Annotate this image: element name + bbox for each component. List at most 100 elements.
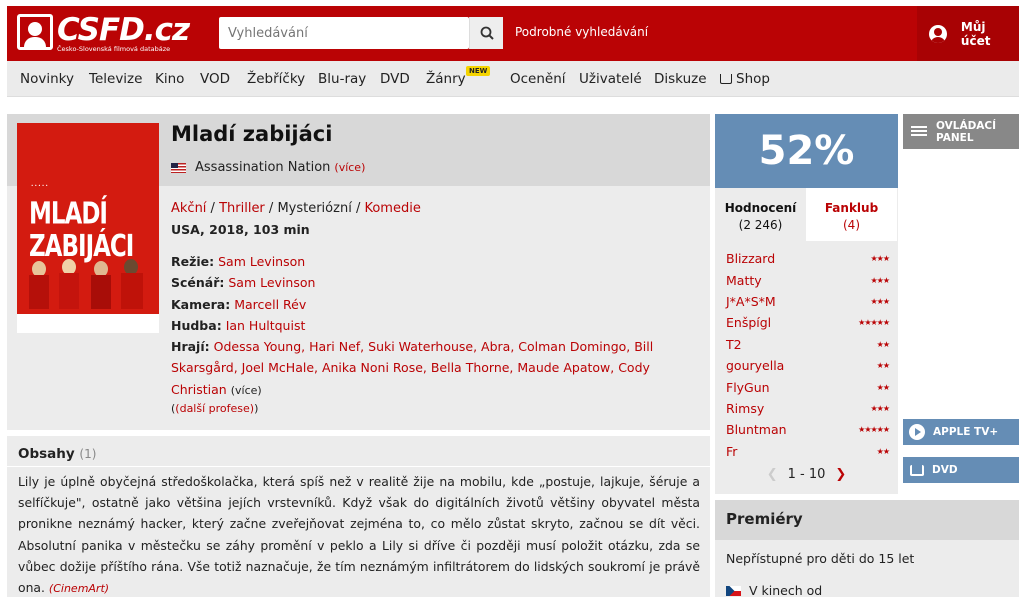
tab-fanclub-label: Fanklub <box>824 201 879 215</box>
account-button[interactable]: Můj účet <box>917 6 1019 61</box>
nav-item-novinky[interactable]: Novinky <box>20 71 74 87</box>
page-edge <box>1019 0 1024 597</box>
nav-item-uzivatele[interactable]: Uživatelé <box>579 71 642 87</box>
credit-label: Režie: <box>171 254 215 269</box>
genre-link[interactable]: Komedie <box>364 201 420 216</box>
plot-text: Lily je úplně obyčejná středoškolačka, k… <box>18 471 700 597</box>
age-rating: Nepřístupné pro děti do 15 let <box>726 551 915 566</box>
film-poster[interactable]: • • • • • MLADÍ ZABIJÁCI <box>17 123 159 333</box>
search-button[interactable] <box>469 17 503 49</box>
user-rating-row: Fr ★★ <box>726 441 890 462</box>
user-rating-row: FlyGun ★★ <box>726 376 890 397</box>
user-icon <box>929 24 947 43</box>
rating-stars-icon: ★★★ <box>870 275 889 285</box>
film-box: • • • • • MLADÍ ZABIJÁCI Mladí zabijáci … <box>7 114 710 430</box>
divider <box>7 466 710 467</box>
nav-item-televize[interactable]: Televize <box>89 71 142 87</box>
user-link[interactable]: Fr <box>726 444 737 459</box>
tab-ratings-count: (2 246) <box>738 218 783 232</box>
rating-stars-icon: ★★★ <box>870 296 889 306</box>
csfd-logo[interactable]: CSFD.cz Česko-Slovenská filmová databáze <box>17 12 190 56</box>
film-title: Mladí zabijáci <box>171 122 333 146</box>
user-link[interactable]: J*A*S*M <box>726 294 776 309</box>
rating-stars-icon: ★★ <box>876 339 890 349</box>
person-link[interactable]: Marcell Rév <box>234 297 306 312</box>
premieres-heading: Premiéry <box>715 500 1019 540</box>
control-panel-label: OVLÁDACÍ PANEL <box>936 119 997 144</box>
rating-percent: 52% <box>715 114 898 188</box>
cart-icon <box>720 74 732 84</box>
person-link[interactable]: Sam Levinson <box>228 275 315 290</box>
rating-box: 52% Hodnocení (2 246) Fanklub (4) Blizzard… <box>715 114 898 494</box>
credit-label: Kamera: <box>171 296 231 312</box>
rating-tabs: Hodnocení (2 246) Fanklub (4) <box>715 188 898 241</box>
search-box <box>219 17 503 49</box>
prev-page-icon[interactable]: ❮ <box>767 467 778 482</box>
account-label: Můj účet <box>960 19 991 48</box>
apple-tv-label: APPLE TV+ <box>933 426 999 438</box>
more-professions-label: (další profese) <box>175 402 255 415</box>
nav-item-shop-label: Shop <box>736 71 770 87</box>
nav-item-kino[interactable]: Kino <box>155 71 184 87</box>
film-origin: USA, 2018, 103 min <box>171 222 310 237</box>
credit-camera: Kamera: Marcell Rév <box>171 294 671 315</box>
nav-item-oceneni[interactable]: Ocenění <box>510 71 566 87</box>
user-link[interactable]: Bluntman <box>726 422 787 437</box>
nav-item-dvd[interactable]: DVD <box>380 71 410 87</box>
search-input[interactable] <box>219 17 467 49</box>
control-panel-button[interactable]: OVLÁDACÍ PANEL <box>903 114 1019 149</box>
plot-heading-text: Obsahy <box>18 446 75 462</box>
tab-ratings[interactable]: Hodnocení (2 246) <box>715 188 806 241</box>
nav-item-shop[interactable]: Shop <box>720 71 770 87</box>
user-link[interactable]: Enšpígl <box>726 315 771 330</box>
menu-lines-icon <box>911 125 927 138</box>
rating-stars-icon: ★★ <box>876 446 890 456</box>
tab-fanclub[interactable]: Fanklub (4) <box>806 188 897 241</box>
logo-text: CSFD.cz <box>57 12 190 48</box>
nav-item-bluray[interactable]: Blu-ray <box>318 71 366 87</box>
plot-body: Lily je úplně obyčejná středoškolačka, k… <box>18 474 700 596</box>
rating-stars-icon: ★★★ <box>870 254 889 264</box>
original-title-more-link[interactable]: (více) <box>334 161 365 174</box>
credit-writing: Scénář: Sam Levinson <box>171 272 671 293</box>
poster-title: MLADÍ ZABIJÁCI <box>29 197 134 264</box>
pager-range: 1 - 10 <box>787 467 826 482</box>
usa-flag-icon <box>171 162 186 173</box>
more-professions-link[interactable]: ((další profese)) <box>171 402 258 415</box>
genres: Akční / Thriller / Mysteriózní / Komedie <box>171 201 421 216</box>
plot-box: Obsahy (1) Lily je úplně obyčejná středo… <box>7 436 710 597</box>
nav-item-vod[interactable]: VOD <box>200 71 230 87</box>
user-ratings-list: Blizzard ★★★ Matty ★★★ J*A*S*M ★★★ Enšpígl ★★★★… <box>726 248 890 462</box>
user-link[interactable]: Blizzard <box>726 251 775 266</box>
ratings-pager: ❮ 1 - 10 ❯ <box>715 467 898 482</box>
main-nav: Novinky Televize Kino VOD Žebříčky Blu-r… <box>7 61 1019 97</box>
nav-item-zanry-wrap: Žánry NEW <box>426 66 491 87</box>
nav-item-zebricky[interactable]: Žebříčky <box>247 71 305 87</box>
advanced-search-link[interactable]: Podrobné vyhledávání <box>515 25 648 39</box>
plot-source-link[interactable]: (CinemArt) <box>49 582 109 595</box>
user-link[interactable]: Matty <box>726 273 762 288</box>
genre-link[interactable]: Thriller <box>219 201 265 216</box>
rating-stars-icon: ★★★★★ <box>858 318 890 328</box>
dvd-button[interactable]: DVD <box>903 457 1019 483</box>
nav-item-diskuze[interactable]: Diskuze <box>654 71 707 87</box>
nav-item-zanry[interactable]: Žánry <box>426 71 466 87</box>
user-link[interactable]: FlyGun <box>726 380 770 395</box>
user-rating-row: gouryella ★★ <box>726 355 890 376</box>
person-link[interactable]: Sam Levinson <box>218 254 305 269</box>
person-link[interactable]: Ian Hultquist <box>226 318 306 333</box>
user-rating-row: T2 ★★ <box>726 334 890 355</box>
apple-tv-button[interactable]: APPLE TV+ <box>903 419 1019 445</box>
user-link[interactable]: T2 <box>726 337 742 352</box>
user-link[interactable]: gouryella <box>726 358 784 373</box>
cast-more-link[interactable]: (více) <box>231 384 262 397</box>
genre-link[interactable]: Akční <box>171 201 206 216</box>
poster-footer <box>17 314 159 333</box>
user-rating-row: Enšpígl ★★★★★ <box>726 312 890 333</box>
user-link[interactable]: Rimsy <box>726 401 764 416</box>
user-rating-row: Matty ★★★ <box>726 269 890 290</box>
logo-subtitle: Česko-Slovenská filmová databáze <box>57 45 171 53</box>
next-page-icon[interactable]: ❯ <box>835 467 846 482</box>
cart-icon <box>910 464 924 476</box>
premieres-box: Premiéry Nepřístupné pro děti do 15 let … <box>715 500 1019 597</box>
